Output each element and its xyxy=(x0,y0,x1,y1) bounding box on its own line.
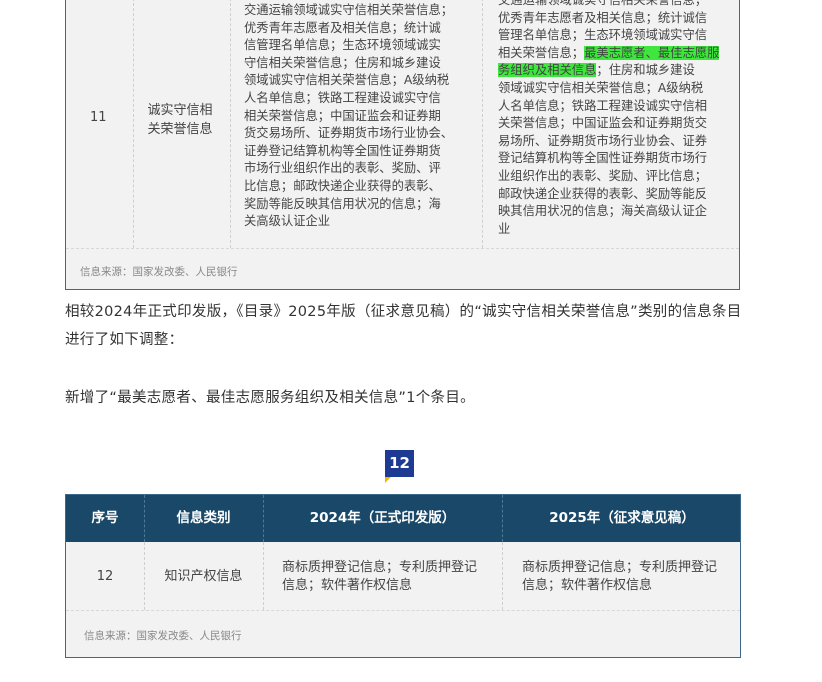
badge-accent-corner xyxy=(385,477,391,483)
ip-info-table: 序号 信息类别 2024年（正式印发版） 2025年（征求意见稿） 12 知识产… xyxy=(65,494,741,658)
content-line: 信管理名单信息；生态环境领域诚实 xyxy=(244,38,441,53)
column-divider xyxy=(230,0,231,248)
cell-2025-content: 交通运输领域诚实守信相关荣誉信息； 优秀青年志愿者及相关信息；统计诚信 管理名单… xyxy=(498,0,724,238)
content-line: 领域诚实守信相关荣誉信息；A级纳税 xyxy=(244,73,450,88)
cell-2025-content: 商标质押登记信息；专利质押登记信息；软件著作权信息 xyxy=(522,560,718,593)
header-seq: 序号 xyxy=(91,510,119,526)
content-line: 比信息；邮政快递企业获得的表彰、 xyxy=(244,178,441,193)
content-line: 优秀青年志愿者及相关信息；统计诚 xyxy=(244,20,441,35)
content-line: 守信相关荣誉信息；住房和城乡建设 xyxy=(244,55,441,70)
row-number: 12 xyxy=(96,569,114,584)
table-divider xyxy=(66,610,740,611)
column-divider xyxy=(263,542,264,610)
source-note: 信息来源：国家发改委、人民银行 xyxy=(84,630,242,642)
cell-2024-content: 商标质押登记信息；专利质押登记信息；软件著作权信息 xyxy=(282,560,478,593)
content-line: 证券登记结算机构等全国性证券期货 xyxy=(244,143,441,158)
content-line: 货交易场所、证券期货市场行业协会、 xyxy=(244,126,454,141)
header-2024: 2024年（正式印发版） xyxy=(309,510,456,526)
comparison-paragraph: 相较2024年正式印发版，《目录》2025年版（征求意见稿）的“诚实守信相关荣誉… xyxy=(65,304,742,348)
column-divider xyxy=(502,542,503,610)
row-category: 知识产权信息 xyxy=(164,569,243,584)
header-category: 信息类别 xyxy=(176,510,231,526)
table-header: 序号 信息类别 2024年（正式印发版） 2025年（征求意见稿） xyxy=(66,495,740,542)
change-summary-paragraph: 新增了“最美志愿者、最佳志愿服务组织及相关信息”1个条目。 xyxy=(65,390,475,406)
header-2025: 2025年（征求意见稿） xyxy=(549,510,695,526)
column-divider xyxy=(482,0,483,248)
content-line: 奖励等能反映其信用状况的信息；海 xyxy=(244,196,441,211)
honor-info-table: 11 诚实守信相关荣誉信息 交通运输领域诚实守信相关荣誉信息； 优秀青年志愿者及相… xyxy=(65,0,740,290)
row-category: 诚实守信相关荣誉信息 xyxy=(147,103,213,137)
content-line: 市场行业组织作出的表彰、奖励、评 xyxy=(244,161,441,176)
column-divider xyxy=(133,0,134,248)
content-line: 交通运输领域诚实守信相关荣誉信息； xyxy=(244,3,454,17)
text-after-highlight: ；住房和城乡建设 领域诚实守信相关荣誉信息；A级纳税 人名单信息；铁路工程建设诚… xyxy=(498,63,708,236)
section-number-badge: 12 xyxy=(385,450,414,477)
content-line: 关高级认证企业 xyxy=(244,214,331,229)
content-line: 相关荣誉信息；中国证监会和证券期 xyxy=(244,108,441,123)
table-divider xyxy=(66,248,739,249)
source-note: 信息来源：国家发改委、人民银行 xyxy=(80,266,238,278)
content-line: 人名单信息；铁路工程建设诚实守信 xyxy=(244,90,441,105)
row-number: 11 xyxy=(90,110,107,125)
cell-2024-content: 交通运输领域诚实守信相关荣誉信息； 优秀青年志愿者及相关信息；统计诚 信管理名单信息… xyxy=(244,2,464,231)
